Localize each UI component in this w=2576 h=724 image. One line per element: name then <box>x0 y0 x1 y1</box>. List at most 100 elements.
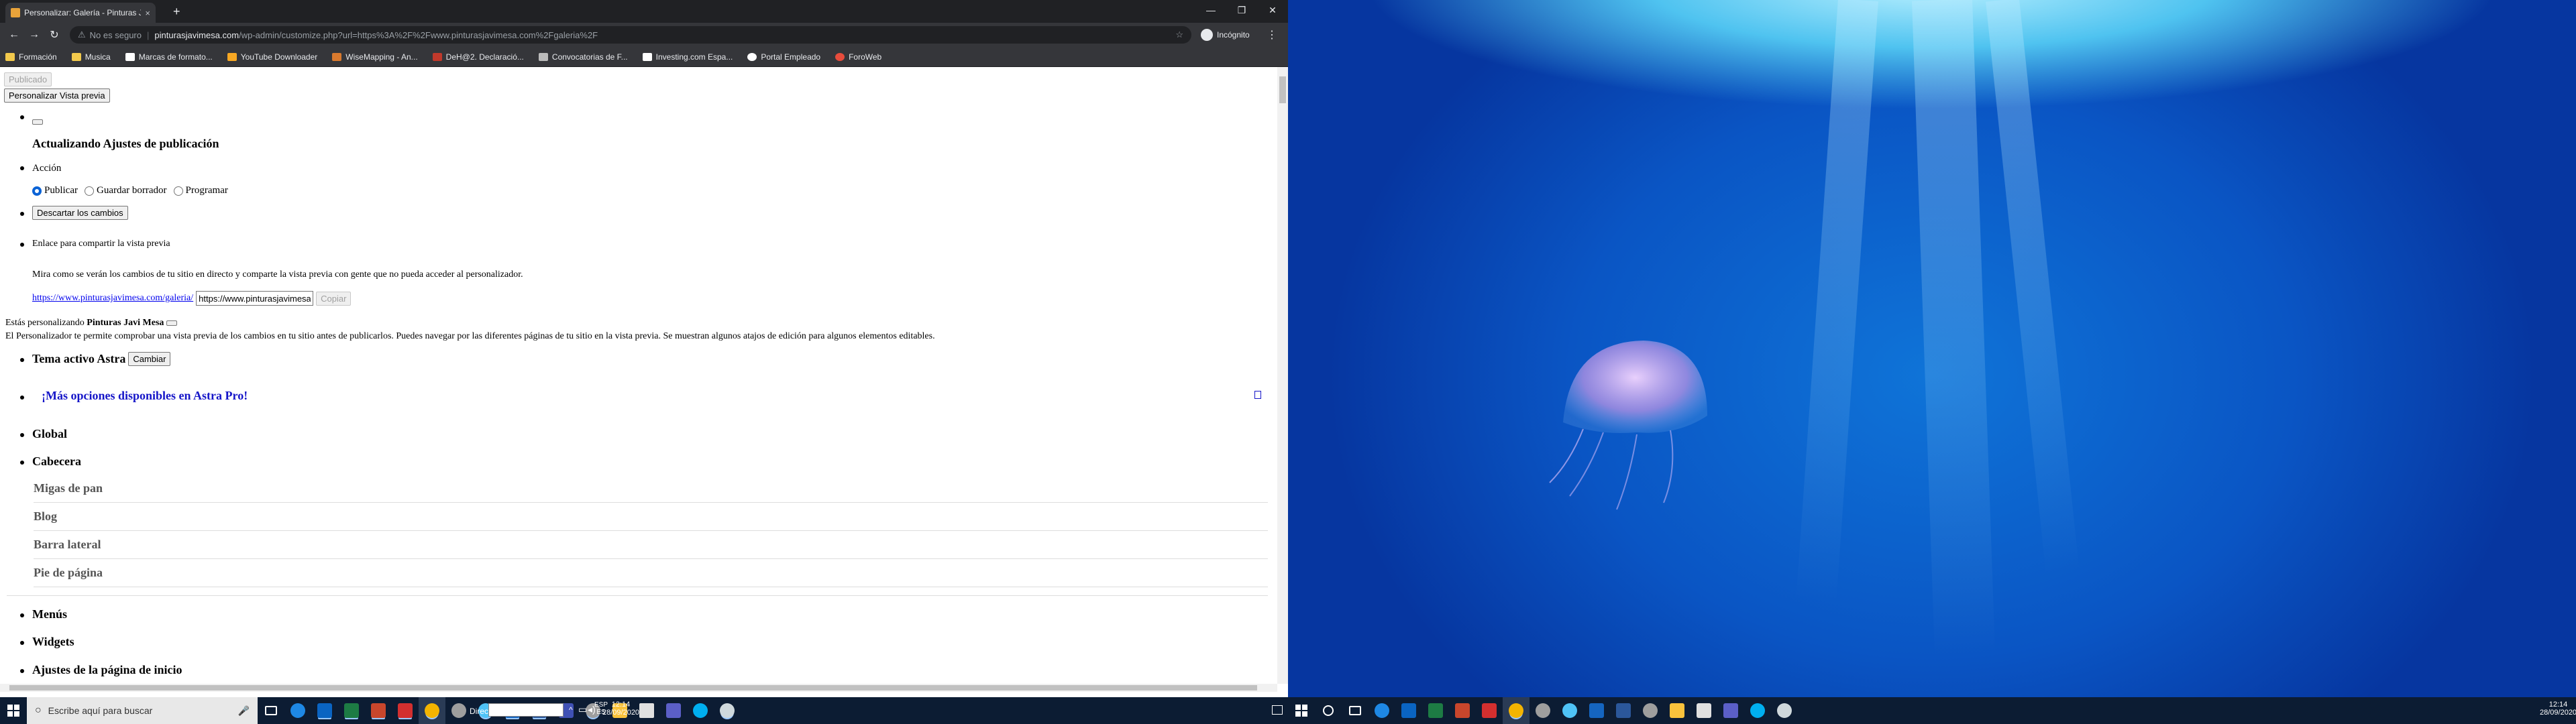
bookmark-item[interactable]: YouTube Downloader <box>227 52 317 62</box>
excel-icon[interactable] <box>338 697 365 724</box>
discard-changes-button[interactable]: Descartar los cambios <box>32 206 128 220</box>
bookmark-item[interactable]: Convocatorias de F... <box>538 52 628 62</box>
page-icon <box>538 52 548 61</box>
calendar-icon[interactable] <box>1583 697 1610 724</box>
microphone-icon[interactable]: 🎤 <box>238 705 250 717</box>
close-window-icon[interactable]: ✕ <box>1257 0 1288 20</box>
network-drive-icon[interactable] <box>1771 697 1798 724</box>
task-view-icon[interactable] <box>258 697 284 724</box>
start-button[interactable] <box>1288 697 1315 724</box>
reload-icon[interactable]: ↻ <box>44 28 64 42</box>
chrome-profile-icon[interactable] <box>1556 697 1583 724</box>
subsection-sidebar[interactable]: Barra lateral <box>34 531 1268 559</box>
acrobat-icon[interactable] <box>1476 697 1503 724</box>
scroll-thumb[interactable] <box>9 685 1257 690</box>
astra-pro-link[interactable]: ¡Más opciones disponibles en Astra Pro! <box>42 389 248 403</box>
copy-button[interactable]: Copiar <box>316 291 352 306</box>
forum-icon <box>835 52 845 61</box>
network-drive-icon[interactable] <box>714 697 741 724</box>
section-menus[interactable]: Menús <box>32 607 67 621</box>
screen-capture-icon[interactable] <box>1690 697 1717 724</box>
share-url-input[interactable] <box>196 291 314 306</box>
restore-icon[interactable]: ❐ <box>1226 0 1257 20</box>
back-icon[interactable]: ← <box>4 29 24 41</box>
url-path: /wp-admin/customize.php?url=https%3A%2F%… <box>239 29 598 40</box>
bookmark-item[interactable]: Musica <box>71 52 111 62</box>
clock[interactable]: 12:14 28/09/2020 <box>602 701 639 717</box>
radio-save-draft[interactable]: Guardar borrador <box>85 185 167 196</box>
security-label: No es seguro <box>89 29 142 40</box>
bookmark-item[interactable]: Portal Empleado <box>747 52 820 62</box>
bookmark-item[interactable]: Investing.com Espa... <box>642 52 733 62</box>
skype-icon[interactable] <box>687 697 714 724</box>
start-button[interactable] <box>0 697 27 724</box>
bookmark-item[interactable]: WiseMapping - An... <box>332 52 418 62</box>
bookmark-star-icon[interactable]: ☆ <box>1175 29 1183 40</box>
file-explorer-icon[interactable] <box>1664 697 1690 724</box>
new-tab-icon[interactable]: + <box>173 5 180 19</box>
network-icon[interactable]: ▭ <box>578 704 587 715</box>
chrome-icon[interactable] <box>1503 697 1529 724</box>
horizontal-scrollbar[interactable] <box>0 684 1277 692</box>
remote-icon[interactable] <box>1637 697 1664 724</box>
powerpoint-icon[interactable] <box>1449 697 1476 724</box>
subsection-footer[interactable]: Pie de página <box>34 559 1268 587</box>
vertical-scrollbar[interactable] <box>1277 67 1288 684</box>
cortana-icon[interactable] <box>1315 697 1342 724</box>
skype-icon[interactable] <box>1744 697 1771 724</box>
help-toggle-button[interactable] <box>166 320 177 326</box>
excel-icon[interactable] <box>1422 697 1449 724</box>
outlook-icon[interactable] <box>1395 697 1422 724</box>
section-global[interactable]: Global <box>32 427 67 441</box>
tab-close-icon[interactable]: × <box>145 8 150 18</box>
notifications-icon[interactable] <box>1272 705 1283 715</box>
subsection-blog[interactable]: Blog <box>34 503 1268 531</box>
settings-app-icon[interactable] <box>445 697 472 724</box>
bookmark-item[interactable]: Marcas de formato... <box>125 52 213 62</box>
bookmark-item[interactable]: DeH@2. Declaració... <box>432 52 524 62</box>
bookmark-item[interactable]: Formación <box>5 52 57 62</box>
radio-schedule[interactable]: Programar <box>173 185 228 196</box>
teams-icon[interactable] <box>660 697 687 724</box>
teams-icon[interactable] <box>1717 697 1744 724</box>
incognito-profile[interactable]: Incógnito <box>1201 29 1250 41</box>
scroll-thumb[interactable] <box>1279 76 1286 103</box>
acrobat-icon[interactable] <box>392 697 419 724</box>
edge-icon[interactable] <box>284 697 311 724</box>
powerpoint-icon[interactable] <box>365 697 392 724</box>
action-radios: Publicar Guardar borrador Programar <box>32 185 228 196</box>
external-link-icon[interactable] <box>1254 391 1261 399</box>
section-header[interactable]: Cabecera <box>32 455 81 469</box>
browser-menu-icon[interactable]: ⋮ <box>1267 28 1277 42</box>
preview-button[interactable]: Personalizar Vista previa <box>4 88 110 103</box>
share-preview-link[interactable]: https://www.pinturasjavimesa.com/galeria… <box>32 293 193 304</box>
address-toolbar-input[interactable] <box>488 703 564 717</box>
tax-icon <box>432 52 442 61</box>
published-button[interactable]: Publicado <box>4 72 52 86</box>
section-widgets[interactable]: Widgets <box>32 635 74 649</box>
folder-icon <box>71 52 81 61</box>
clock[interactable]: 12:14 28/09/2020 <box>2540 701 2576 717</box>
settings-toggle-button[interactable] <box>32 119 43 125</box>
section-homepage-settings[interactable]: Ajustes de la página de inicio <box>32 663 182 677</box>
change-theme-button[interactable]: Cambiar <box>128 352 171 366</box>
word-icon[interactable] <box>1610 697 1637 724</box>
outlook-icon[interactable] <box>311 697 338 724</box>
tray-chevron-icon[interactable]: ^ <box>569 705 573 715</box>
minimize-icon[interactable]: — <box>1195 0 1226 20</box>
task-view-icon[interactable] <box>1342 697 1368 724</box>
subsection-breadcrumbs[interactable]: Migas de pan <box>34 475 1268 503</box>
radio-publish[interactable]: Publicar <box>32 185 78 196</box>
updating-heading: Actualizando Ajustes de publicación <box>32 137 219 150</box>
bookmark-item[interactable]: ForoWeb <box>835 52 881 62</box>
address-bar[interactable]: ⚠ No es seguro | pinturasjavimesa.com /w… <box>70 26 1191 44</box>
chrome-icon[interactable] <box>419 697 445 724</box>
taskbar-search[interactable]: ○ Escribe aquí para buscar 🎤 <box>27 697 258 724</box>
browser-tab[interactable]: Personalizar: Galería - Pinturas Javi × <box>5 3 156 23</box>
settings-app-icon[interactable] <box>1529 697 1556 724</box>
search-icon: ○ <box>35 705 42 716</box>
forward-icon[interactable]: → <box>24 29 44 41</box>
address-go-icon[interactable]: › <box>559 706 561 715</box>
edge-icon[interactable] <box>1368 697 1395 724</box>
jellyfish-image <box>1549 341 1707 510</box>
